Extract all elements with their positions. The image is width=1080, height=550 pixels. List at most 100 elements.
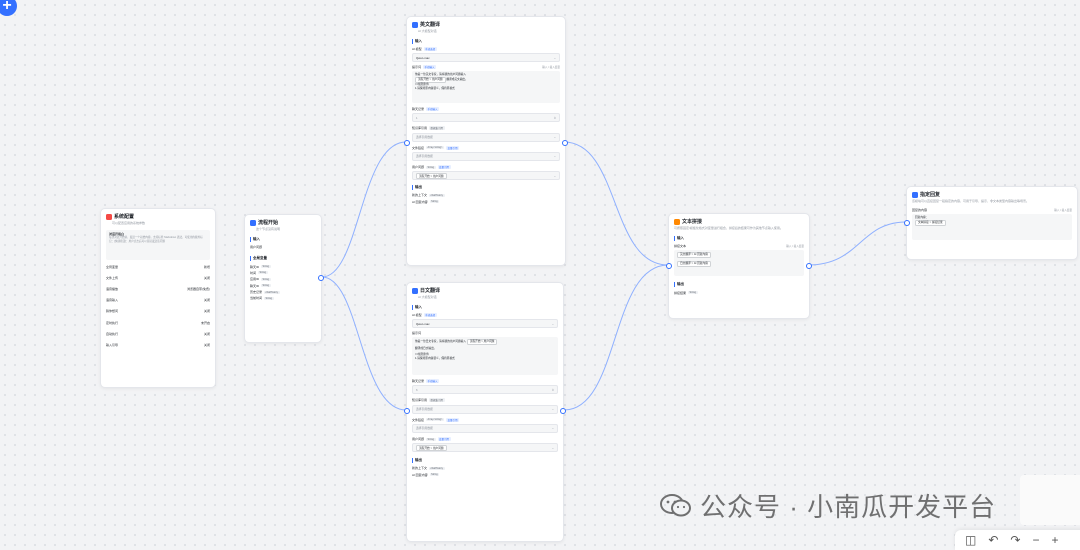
global-type: String [264,296,274,300]
model-select[interactable]: Qwen-max ⌄ [412,53,560,63]
input-handle[interactable] [904,220,910,226]
model-select[interactable]: Qwen-max ⌄ [412,319,558,329]
input-handle[interactable] [666,263,672,269]
system-row[interactable]: 输入引导 关闭 [106,339,210,350]
model-mode[interactable]: 手动选择 [423,313,437,318]
system-config-node[interactable]: 系统配置 可以配置应用的系统参数 对话开场白 每次对话开始前，发送一个初始内容。… [100,208,216,388]
file-row: 文件链接 Array<string> 变量引用 [412,145,560,151]
global-name: 聊天ID [250,283,260,288]
redo-icon[interactable]: ↷ [1010,533,1020,547]
reply-icon [912,191,918,198]
edge-english-text [563,141,669,266]
file-mode[interactable]: 变量引用 [446,145,460,150]
history-input[interactable]: 1 ⇕ [412,113,560,123]
system-row[interactable]: 语音输入 关闭 [106,295,210,306]
global-type: String [261,284,271,288]
output-handle[interactable] [562,140,568,146]
input-handle[interactable] [404,140,410,146]
reply-editor[interactable]: 回复内容： 文本拼接 > 拼接结果 [912,214,1072,241]
play-icon [250,219,256,226]
english-translate-node[interactable]: 英文翻译 AI 大模型对话 输入 AI 模型 手动选择 Qwen-max ⌄ 提示词… [406,16,566,266]
chevron-down-icon: ⌄ [551,426,554,431]
chevron-down-icon: ⌄ [551,321,554,326]
undo-icon[interactable]: ↶ [988,533,998,547]
variable-chip: 流程开始 > 用户问题 [466,338,498,345]
reply-node[interactable]: 指定回复 该模块可以直接回复一段指定的内容，可用于引导、提示、非文本类型内容输出… [906,186,1078,260]
question-select[interactable]: 流程开始 > 用户问题 ⌄ [412,171,560,181]
mouse-icon[interactable]: ◫ [965,533,976,547]
kb-placeholder: 选择引用数据 [416,135,433,139]
node-title: 文本拼接 [682,219,703,225]
system-row[interactable]: 文件上传 关闭 [106,272,210,283]
prompt-hint: 输入 / 插入变量 [542,65,560,69]
output-name: AI 回复内容 [412,472,428,477]
kb-select[interactable]: 选择引用数据 ⌄ [412,132,560,142]
concat-editor[interactable]: 英文翻译 > AI 回复内容 日文翻译 > AI 回复内容 [674,250,804,277]
model-mode[interactable]: 手动选择 [423,47,437,52]
system-row[interactable]: 自动执行 关闭 [106,328,210,339]
file-mode[interactable]: 变量引用 [446,417,460,422]
zoom-out-icon[interactable]: − [1032,533,1039,547]
concat-row: 拼接文本 输入 / 插入变量 [674,243,804,249]
system-row[interactable]: 全局变量 新增 [106,261,210,272]
row-label: 全局变量 [106,264,119,269]
node-title: 英文翻译 [420,22,441,28]
minimap[interactable] [1020,475,1080,525]
history-input[interactable]: 6 ⇕ [412,385,558,395]
history-row: 聊天记录 手动输入 [412,106,560,112]
history-mode[interactable]: 手动输入 [426,378,440,383]
node-title: 流程开始 [258,220,279,226]
history-label: 聊天记录 [412,106,425,111]
text-concat-node[interactable]: 文本拼接 可按照固定/模板化格式对变量进行组合，拼接后的结果可作为其他节点输入使… [668,213,810,319]
output-handle[interactable] [806,263,812,269]
ai-chat-icon [412,287,418,294]
ai-chat-icon [412,21,418,28]
system-row[interactable]: 语音播放 浏览器自带(免费) [106,283,210,294]
section-title: 输入 [250,237,316,242]
prompt-mode[interactable]: 手动输入 [423,64,437,69]
chevron-down-icon: ⌄ [553,135,556,139]
file-select[interactable]: 选择引用数据 ⌄ [412,423,558,433]
flow-start-node[interactable]: 流程开始 这个节点没有说明 输入 用户问题 全局变量 聊天ID String 时间… [244,214,322,343]
stepper-icon: ⇕ [553,115,556,120]
prompt-editor[interactable]: 你是一位英文专家，请将我的用户问题输入 流程开始 > 用户问题 翻译成英文输出。… [412,70,560,103]
zoom-in-icon[interactable]: + [1051,533,1058,547]
section-title: 全局变量 [250,256,316,262]
kb-label: 知识库引用 [412,126,428,131]
model-value: Qwen-max [416,321,430,326]
prompt-editor[interactable]: 你是一位日文专家，请将我的用户问题输入 流程开始 > 用户问题 翻译成日文输出。… [412,336,558,375]
global-name: 时间 [250,270,257,275]
section-title: 输入 [412,305,558,310]
question-row: 用户问题 String 变量引用 [412,164,560,170]
row-value: 关闭 [203,275,210,280]
row-label: 猜你想问 [106,309,119,314]
kb-placeholder: 选择引用数据 [416,407,433,411]
question-mode[interactable]: 变量引用 [437,437,451,442]
history-mode[interactable]: 手动输入 [426,106,440,111]
question-select[interactable]: 流程开始 > 用户问题 ⌄ [412,443,558,453]
question-mode[interactable]: 变量引用 [437,165,451,170]
output-handle[interactable] [560,408,566,414]
variable-chip: 流程开始 > 用户问题 [415,76,446,83]
node-title: 系统配置 [114,214,135,220]
system-row[interactable]: 猜你想问 关闭 [106,306,210,317]
output-handle[interactable] [318,275,324,281]
kb-row: 知识库引用 数据集引用 [412,125,560,131]
input-handle[interactable] [404,408,410,414]
row-label: 输入引导 [106,342,119,347]
file-label: 文件链接 [412,145,425,150]
watermark-text: 公众号 · 小南瓜开发平台 [700,492,997,522]
file-select[interactable]: 选择引用数据 ⌄ [412,151,560,161]
output-name: AI 回复内容 [412,199,428,204]
row-value: 浏览器自带(免费) [187,286,210,291]
question-label: 用户问题 [412,437,425,442]
system-row[interactable]: 定时执行 未开启 [106,317,210,328]
welcome-box[interactable]: 对话开场白 每次对话开始前，发送一个初始内容。支持标准 Markdown 语法，… [106,230,210,260]
chevron-down-icon: ⌄ [551,407,554,411]
node-title: 指定回复 [920,192,941,198]
kb-select[interactable]: 选择引用数据 ⌄ [412,404,558,414]
history-value: 1 [416,115,418,120]
row-label: 语音输入 [106,298,119,303]
japanese-translate-node[interactable]: 日文翻译 AI 大模型对话 输入 AI 模型 手动选择 Qwen-max ⌄ 提示词… [406,282,564,542]
reply-hint: 输入 / 插入变量 [1054,209,1072,213]
